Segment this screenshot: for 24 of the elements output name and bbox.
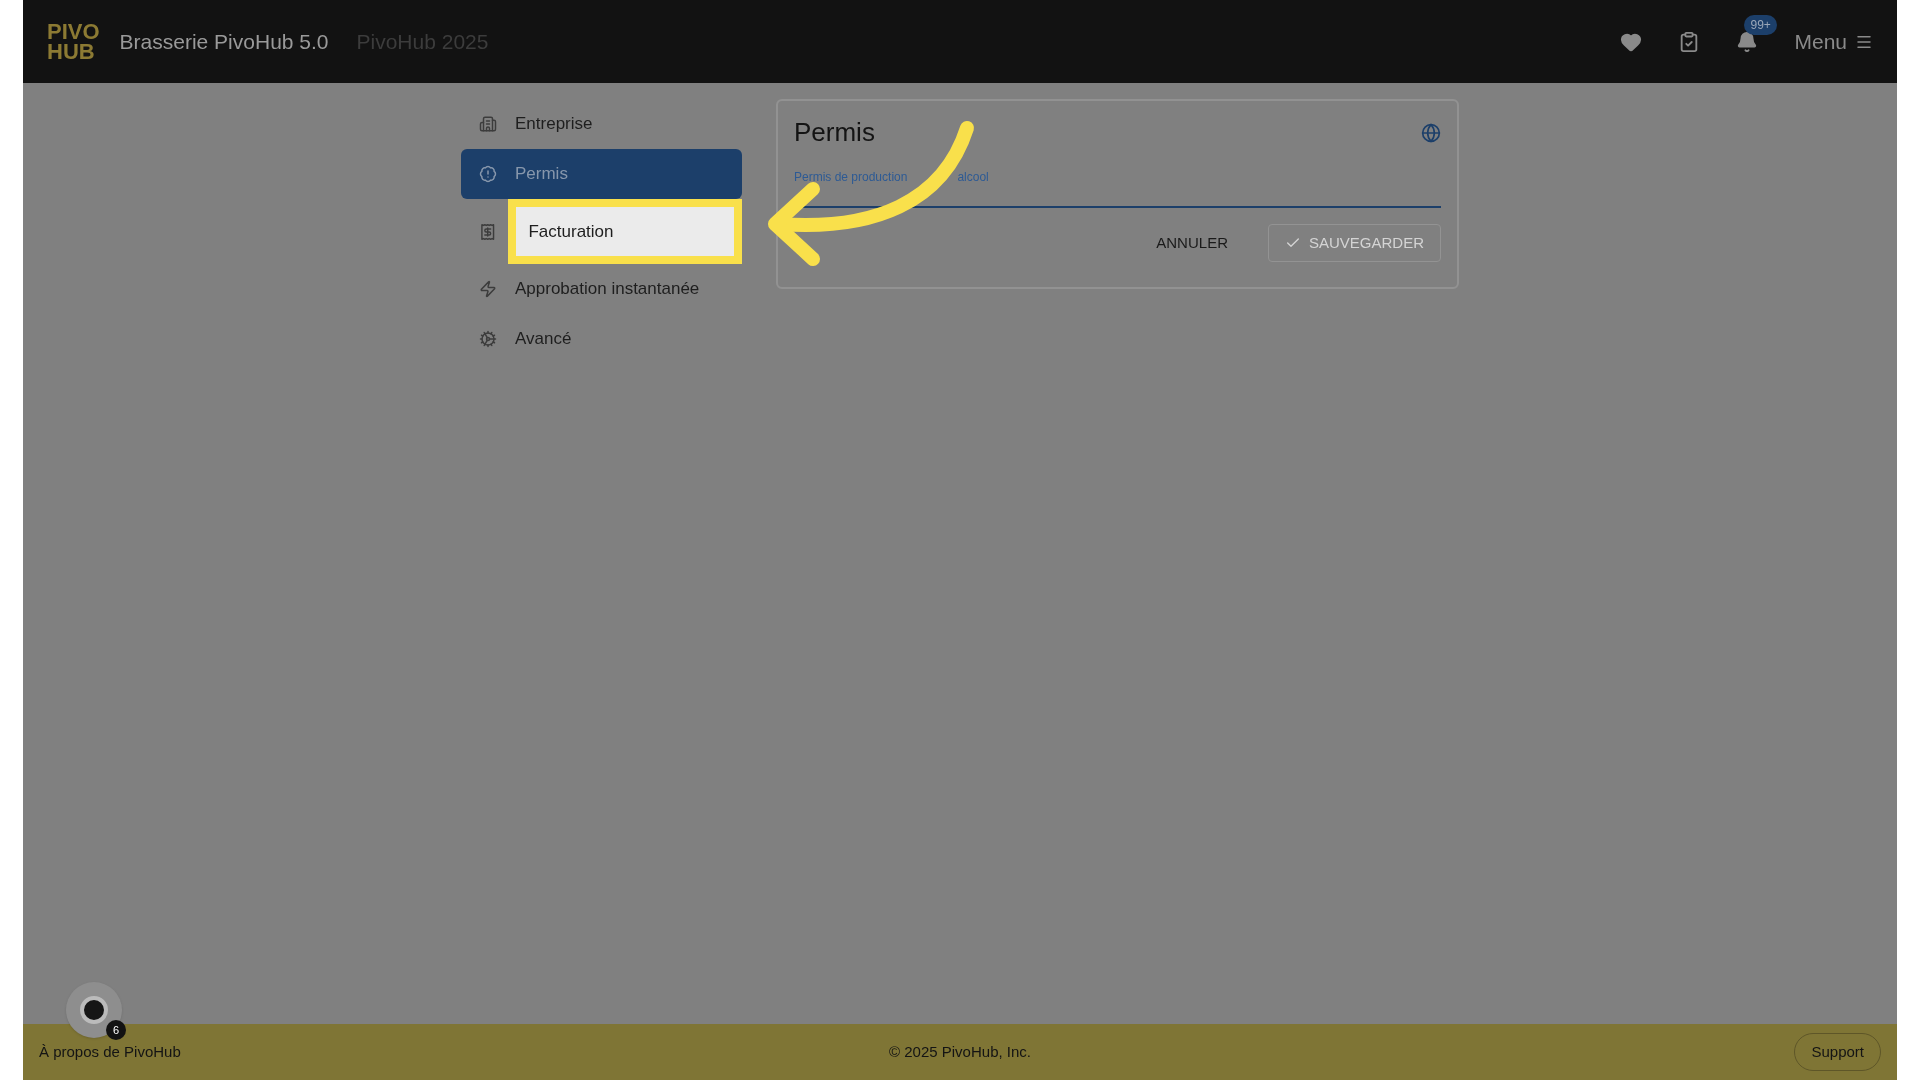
about-link[interactable]: À propos de PivoHub	[39, 1040, 339, 1064]
field-label: alcool	[957, 169, 989, 186]
chat-count: 6	[106, 1020, 126, 1040]
building-icon	[479, 115, 497, 133]
lightning-icon	[479, 280, 497, 298]
app-title: Brasserie PivoHub 5.0	[119, 28, 329, 55]
field-label: Permis de production	[794, 169, 908, 186]
receipt-icon	[479, 222, 497, 241]
logo[interactable]: PIVO HUB	[47, 21, 100, 62]
gear-icon	[479, 330, 497, 348]
notifications-icon[interactable]	[1736, 30, 1759, 53]
notification-count: 99+	[1744, 14, 1777, 35]
sidebar-item[interactable]: Avancé	[461, 314, 742, 364]
chat-logo-icon	[80, 996, 108, 1024]
globe-icon[interactable]	[1421, 122, 1441, 143]
menu-button[interactable]: Menu	[1794, 25, 1873, 58]
alert-badge-icon	[479, 165, 497, 183]
card-title: Permis	[794, 116, 875, 149]
sidebar-item[interactable]: Permis	[461, 149, 742, 199]
copyright-text: © 2025 PivoHub, Inc.	[889, 1041, 1031, 1062]
cancel-button[interactable]: ANNULER	[1140, 224, 1244, 262]
sidebar-item[interactable]: Facturation	[508, 199, 742, 264]
sidebar-item[interactable]: Entreprise	[461, 99, 742, 149]
sidebar-item[interactable]: Approbation instantanée	[461, 264, 742, 314]
